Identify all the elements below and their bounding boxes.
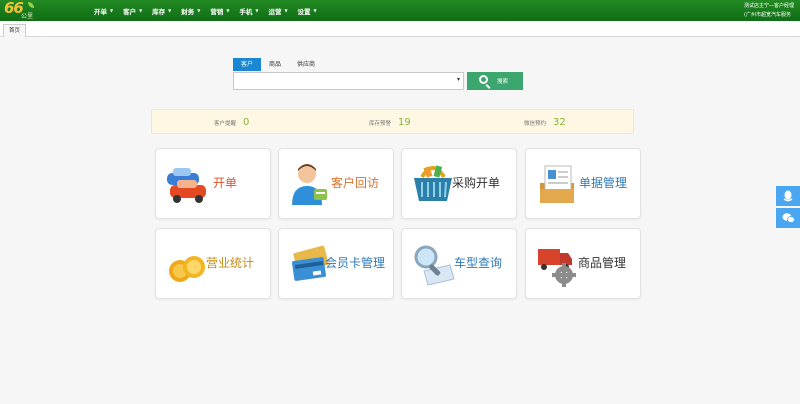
user-info[interactable]: 测试店主宁—客户经理 (广州市超宽汽车服务 (744, 2, 798, 20)
search-input[interactable] (234, 73, 449, 89)
stat-label: 微信预约 (524, 120, 547, 127)
stat-value: 19 (398, 117, 411, 128)
stat-inventory-warnings[interactable]: 库存预警 19 (369, 110, 411, 135)
nav-item-marketing[interactable]: 营销 ▼ (210, 0, 229, 21)
search-field: ▾ (233, 72, 464, 90)
truck-gear-icon (538, 249, 576, 287)
search-button[interactable]: 搜索 (467, 72, 523, 90)
caret-down-icon: ▼ (284, 8, 288, 13)
caret-down-icon: ▼ (197, 8, 201, 13)
gold-coins-icon (169, 256, 205, 282)
stat-wechat-appointments[interactable]: 微信预约 32 (524, 110, 566, 135)
document-folder-icon (540, 165, 574, 203)
tab-home[interactable]: 首页 (3, 24, 27, 37)
stat-customer-reminders[interactable]: 客户提醒 0 (214, 110, 249, 135)
stats-bar: 客户提醒 0 库存预警 19 微信预约 32 (151, 109, 634, 134)
top-navbar: 66 公里 开单 ▼ 客户 ▼ 库存 ▼ 财务 ▼ 营销 ▼ 手机 ▼ 运营 ▼ 设置 ▼ 测试… (0, 0, 800, 21)
search-category-tabs: 客户 商品 供应商 (233, 58, 323, 71)
cars-icon (167, 168, 206, 203)
nav-label: 库存 (152, 7, 166, 16)
nav-label: 客户 (123, 7, 137, 16)
tile-label: 开单 (213, 176, 238, 190)
stat-value: 32 (553, 117, 566, 128)
tile-document-management[interactable]: 单据管理 (525, 148, 641, 219)
stat-value: 0 (243, 117, 250, 128)
user-name: 测试店主宁—客户经理 (744, 3, 795, 9)
tile-member-card[interactable]: 会员卡管理 (278, 228, 394, 299)
tile-vehicle-lookup[interactable]: 车型查询 (401, 228, 517, 299)
magnifier-map-icon (414, 245, 455, 286)
qq-contact-button[interactable] (776, 186, 800, 206)
search-tab-customer[interactable]: 客户 (233, 58, 262, 71)
app-logo[interactable]: 66 公里 (4, 0, 40, 20)
logo-leaf-icon (28, 2, 34, 8)
tile-label: 商品管理 (578, 256, 627, 270)
caret-down-icon: ▼ (313, 8, 317, 13)
logo-subtitle: 公里 (21, 13, 34, 20)
customer-service-icon (292, 164, 327, 205)
nav-item-customers[interactable]: 客户 ▼ (123, 0, 142, 21)
wechat-contact-button[interactable] (776, 208, 800, 228)
shopping-basket-icon (414, 165, 452, 201)
tile-label: 采购开单 (452, 176, 501, 190)
nav-label: 营销 (210, 7, 224, 16)
tile-business-stats[interactable]: 营业统计 (155, 228, 271, 299)
nav-item-settings[interactable]: 设置 ▼ (298, 0, 317, 21)
search-tab-supplier[interactable]: 供应商 (289, 58, 323, 71)
dropdown-caret-icon[interactable]: ▾ (457, 76, 460, 83)
nav-item-mobile[interactable]: 手机 ▼ (239, 0, 258, 21)
tile-billing[interactable]: 开单 (155, 148, 271, 219)
search-tab-product[interactable]: 商品 (261, 58, 289, 71)
nav-item-finance[interactable]: 财务 ▼ (181, 0, 200, 21)
wechat-icon (782, 213, 795, 223)
user-company: (广州市超宽汽车服务 (744, 12, 791, 18)
tile-label: 会员卡管理 (325, 256, 386, 270)
qq-penguin-icon (783, 190, 793, 202)
main-nav: 开单 ▼ 客户 ▼ 库存 ▼ 财务 ▼ 营销 ▼ 手机 ▼ 运营 ▼ 设置 ▼ (94, 0, 327, 21)
nav-item-billing[interactable]: 开单 ▼ (94, 0, 113, 21)
nav-label: 开单 (94, 7, 107, 16)
tile-label: 单据管理 (579, 176, 628, 190)
caret-down-icon: ▼ (168, 8, 172, 13)
page-tab-strip: 首页 (0, 21, 800, 37)
tile-product-management[interactable]: 商品管理 (525, 228, 641, 299)
search-icon (479, 75, 488, 84)
caret-down-icon: ▼ (110, 8, 114, 13)
nav-item-operations[interactable]: 运营 ▼ (268, 0, 287, 21)
stat-label: 客户提醒 (214, 120, 237, 127)
search-button-label: 搜索 (497, 79, 509, 85)
nav-item-inventory[interactable]: 库存 ▼ (152, 0, 171, 21)
caret-down-icon: ▼ (139, 8, 143, 13)
tile-label: 车型查询 (454, 256, 503, 270)
stat-label: 库存预警 (369, 120, 392, 127)
caret-down-icon: ▼ (226, 8, 230, 13)
tile-customer-followup[interactable]: 客户回访 (278, 148, 394, 219)
nav-label: 运营 (268, 7, 282, 16)
tile-label: 客户回访 (331, 176, 380, 190)
nav-label: 财务 (181, 7, 195, 16)
caret-down-icon: ▼ (255, 8, 259, 13)
nav-label: 设置 (297, 7, 311, 16)
nav-label: 手机 (239, 7, 253, 16)
tile-purchase-order[interactable]: 采购开单 (401, 148, 517, 219)
tile-label: 营业统计 (206, 256, 255, 270)
